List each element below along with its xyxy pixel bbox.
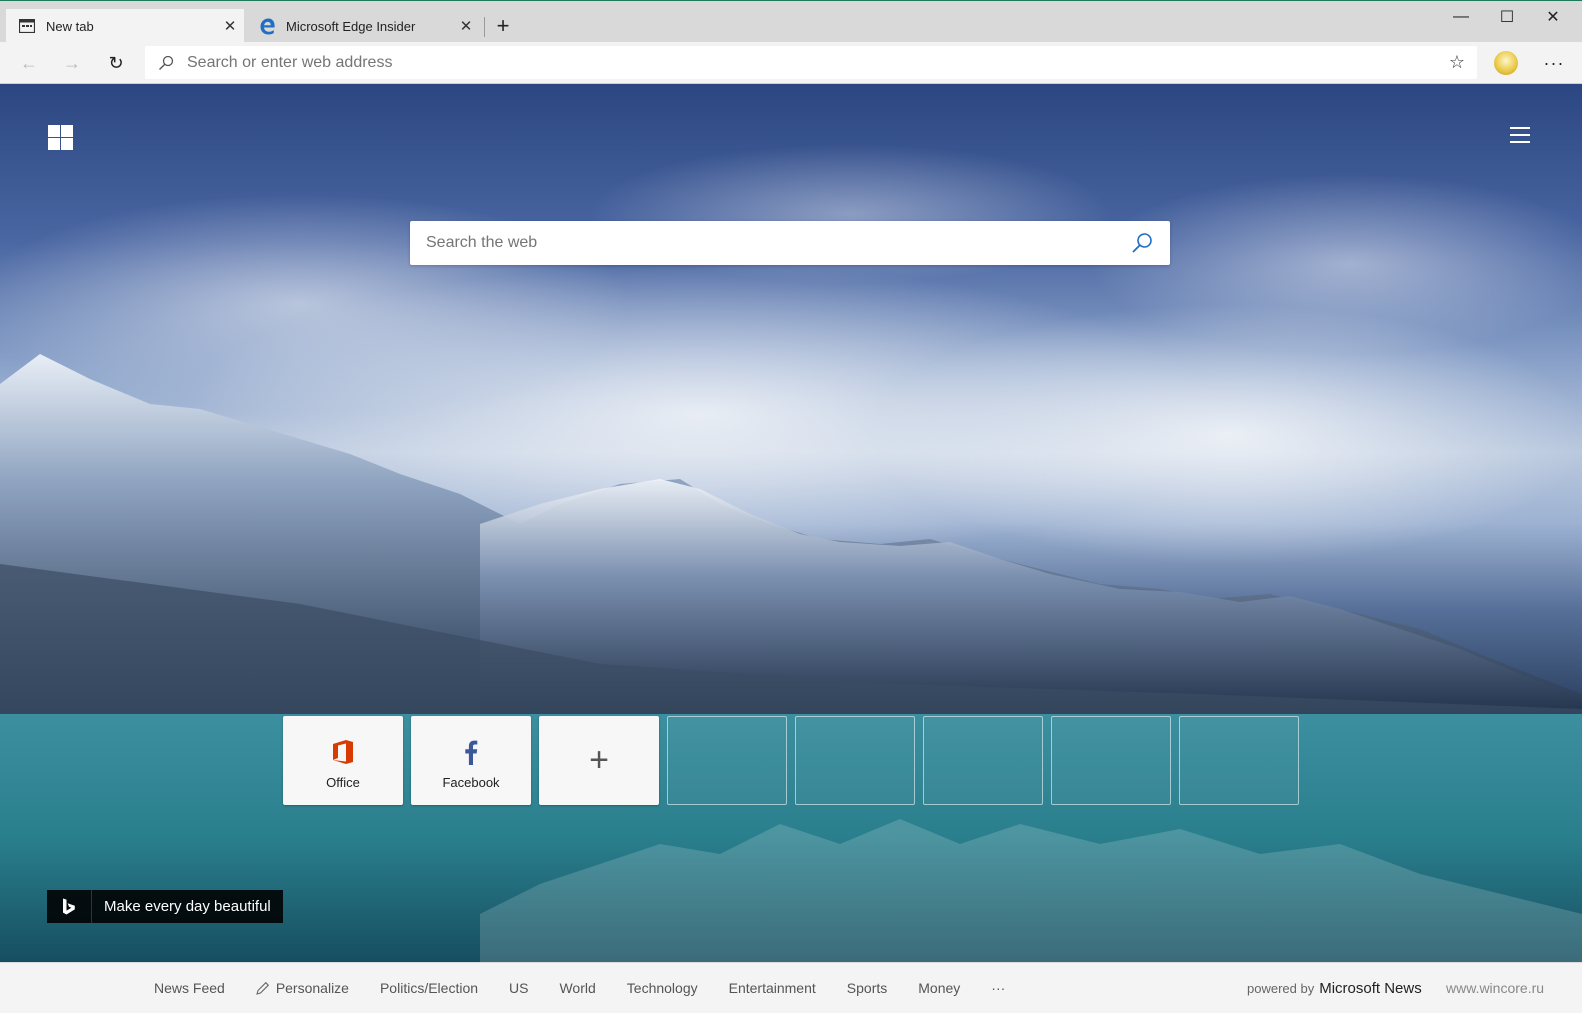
edge-logo-icon bbox=[258, 17, 276, 35]
star-icon: ☆ bbox=[1448, 52, 1466, 72]
add-site-icon: + bbox=[589, 741, 609, 779]
tab-divider bbox=[484, 17, 485, 37]
tab-edge-insider[interactable]: Microsoft Edge Insider ✕ bbox=[246, 9, 480, 43]
minimize-icon: — bbox=[1453, 8, 1469, 25]
tile-label: Office bbox=[326, 775, 360, 790]
news-category-news-feed[interactable]: News Feed bbox=[154, 980, 225, 996]
forward-button[interactable]: → bbox=[56, 47, 88, 79]
news-category-world[interactable]: World bbox=[559, 980, 595, 996]
search-icon bbox=[145, 55, 187, 71]
title-bar: New tab ✕ Microsoft Edge Insider ✕ + — ☐… bbox=[0, 0, 1582, 43]
web-search-box[interactable] bbox=[410, 221, 1170, 265]
empty-tile-slot[interactable] bbox=[795, 716, 915, 805]
news-category-sports[interactable]: Sports bbox=[847, 980, 887, 996]
watermark: www.wincore.ru bbox=[1446, 980, 1545, 996]
web-search-input[interactable] bbox=[410, 234, 1114, 252]
new-tab-button[interactable]: + bbox=[488, 11, 518, 41]
address-input[interactable] bbox=[187, 53, 1437, 72]
search-icon[interactable] bbox=[1114, 232, 1170, 254]
news-category-personalize[interactable]: Personalize bbox=[256, 980, 349, 996]
pencil-icon bbox=[256, 981, 269, 995]
bing-image-info[interactable]: Make every day beautiful bbox=[47, 890, 283, 923]
office-logo-icon bbox=[332, 737, 354, 767]
powered-by-microsoft-news[interactable]: powered by Microsoft News bbox=[1247, 963, 1422, 1013]
more-dots-icon: ··· bbox=[1543, 53, 1565, 73]
forward-arrow-icon: → bbox=[63, 52, 81, 73]
bing-caption: Make every day beautiful bbox=[104, 898, 271, 915]
top-site-facebook[interactable]: Facebook bbox=[411, 716, 531, 805]
apps-grid-icon[interactable] bbox=[48, 125, 73, 150]
tile-label: Facebook bbox=[442, 775, 500, 790]
top-site-office[interactable]: Office bbox=[283, 716, 403, 805]
news-category-us[interactable]: US bbox=[509, 980, 528, 996]
page-settings-menu-icon[interactable] bbox=[1510, 127, 1530, 143]
maximize-icon: ☐ bbox=[1499, 9, 1515, 26]
tab-new-tab[interactable]: New tab ✕ bbox=[6, 9, 244, 43]
refresh-icon: ↻ bbox=[108, 52, 124, 73]
bing-logo-icon bbox=[47, 890, 92, 923]
refresh-button[interactable]: ↻ bbox=[100, 47, 132, 79]
news-category-technology[interactable]: Technology bbox=[627, 980, 698, 996]
top-sites: Office Facebook + bbox=[283, 716, 1307, 805]
news-categories: News Feed Personalize Politics/Election … bbox=[154, 963, 1036, 1013]
tab-title: Microsoft Edge Insider bbox=[286, 18, 416, 34]
back-button[interactable]: ← bbox=[13, 47, 45, 79]
empty-tile-slot[interactable] bbox=[1179, 716, 1299, 805]
add-site-button[interactable]: + bbox=[539, 716, 659, 805]
address-bar[interactable]: ☆ bbox=[145, 46, 1477, 79]
back-arrow-icon: ← bbox=[20, 52, 38, 73]
news-category-money[interactable]: Money bbox=[918, 980, 960, 996]
microsoft-news-brand: Microsoft News bbox=[1319, 979, 1422, 997]
settings-more-button[interactable]: ··· bbox=[1538, 48, 1570, 78]
tab-title: New tab bbox=[46, 18, 94, 34]
newtab-page: Office Facebook + Make every day beautif… bbox=[0, 84, 1582, 962]
news-category-politics[interactable]: Politics/Election bbox=[380, 980, 478, 996]
newtab-page-icon bbox=[18, 17, 36, 35]
minimize-button[interactable]: — bbox=[1438, 1, 1484, 33]
close-tab-icon[interactable]: ✕ bbox=[216, 17, 244, 35]
powered-by-label: powered by bbox=[1247, 980, 1315, 996]
empty-tile-slot[interactable] bbox=[1051, 716, 1171, 805]
personalize-label: Personalize bbox=[275, 980, 349, 996]
facebook-logo-icon bbox=[464, 737, 478, 767]
browser-toolbar: ← → ↻ ☆ ··· bbox=[0, 42, 1582, 84]
close-tab-icon[interactable]: ✕ bbox=[452, 17, 480, 35]
close-window-button[interactable]: ✕ bbox=[1530, 1, 1576, 33]
close-icon: ✕ bbox=[1546, 9, 1560, 26]
empty-tile-slot[interactable] bbox=[667, 716, 787, 805]
background-image bbox=[0, 144, 1582, 962]
profile-avatar[interactable] bbox=[1494, 51, 1518, 75]
maximize-button[interactable]: ☐ bbox=[1484, 1, 1530, 33]
favorite-star-button[interactable]: ☆ bbox=[1437, 52, 1477, 73]
empty-tile-slot[interactable] bbox=[923, 716, 1043, 805]
news-bar: News Feed Personalize Politics/Election … bbox=[0, 962, 1582, 1013]
more-categories-icon[interactable]: ··· bbox=[991, 980, 1005, 996]
news-category-entertainment[interactable]: Entertainment bbox=[729, 980, 816, 996]
